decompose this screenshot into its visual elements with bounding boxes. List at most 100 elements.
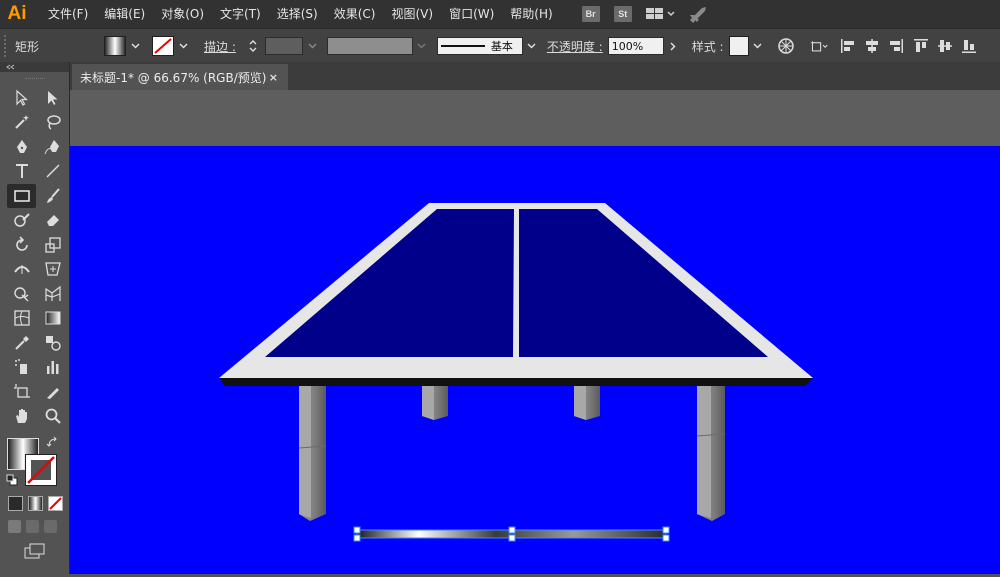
menu-effect[interactable]: 效果(C) xyxy=(326,0,384,28)
gradient-mode-button[interactable] xyxy=(28,496,43,511)
menu-edit[interactable]: 编辑(E) xyxy=(96,0,153,28)
type-tool[interactable] xyxy=(7,160,36,184)
menu-select[interactable]: 选择(S) xyxy=(269,0,326,28)
transform-icon[interactable] xyxy=(810,37,828,55)
selection-handle[interactable] xyxy=(353,526,361,534)
fill-dropdown-chevron-icon[interactable] xyxy=(130,41,140,51)
align-right-icon[interactable] xyxy=(887,37,905,55)
perspective-grid-icon xyxy=(44,285,61,301)
swap-fill-stroke-icon[interactable] xyxy=(46,436,60,450)
style-chevron-icon[interactable] xyxy=(753,41,763,51)
brush-definition-field[interactable]: 基本 xyxy=(436,37,523,55)
align-left-icon[interactable] xyxy=(839,37,857,55)
brush-label: 基本 xyxy=(490,40,513,53)
menu-help[interactable]: 帮助(H) xyxy=(502,0,560,28)
shaper-tool[interactable] xyxy=(7,209,36,233)
selection-handle[interactable] xyxy=(353,534,361,542)
slice-tool[interactable] xyxy=(38,380,67,404)
none-mode-button[interactable] xyxy=(48,496,63,511)
hand-tool[interactable] xyxy=(7,405,36,429)
align-bottom-icon[interactable] xyxy=(960,37,978,55)
stroke-weight-field[interactable] xyxy=(264,37,303,55)
document-tab[interactable]: 未标题-1* @ 66.67% (RGB/预览) × xyxy=(72,64,288,90)
pen-tool[interactable] xyxy=(7,135,36,159)
selected-gradient-rectangle[interactable] xyxy=(353,526,670,542)
artboard-tool[interactable] xyxy=(7,380,36,404)
opacity-field[interactable]: 100% xyxy=(607,37,664,55)
bridge-button[interactable]: Br xyxy=(581,6,600,22)
shape-builder-tool[interactable] xyxy=(7,282,36,306)
graphic-style-swatch[interactable] xyxy=(728,36,749,56)
draw-behind-button[interactable] xyxy=(26,520,39,533)
lasso-tool[interactable] xyxy=(38,111,67,135)
stroke-swatch[interactable] xyxy=(152,36,174,56)
tools-panel-collapse[interactable] xyxy=(0,62,69,72)
selection-handle[interactable] xyxy=(662,534,670,542)
rectangle-tool[interactable] xyxy=(7,184,36,208)
selection-handle[interactable] xyxy=(662,526,670,534)
lasso-icon xyxy=(46,115,61,130)
fill-swatch[interactable] xyxy=(104,36,126,56)
column-graph-tool[interactable] xyxy=(38,356,67,380)
menu-file[interactable]: 文件(F) xyxy=(40,0,96,28)
opacity-chevron-icon[interactable] xyxy=(668,41,678,51)
gpu-performance-button[interactable] xyxy=(687,5,709,23)
scale-tool[interactable] xyxy=(38,233,67,257)
stroke-weight-chevron-icon[interactable] xyxy=(306,37,320,55)
menu-window[interactable]: 窗口(W) xyxy=(441,0,502,28)
align-top-icon[interactable] xyxy=(912,37,930,55)
zoom-tool[interactable] xyxy=(38,405,67,429)
control-bar-grip[interactable] xyxy=(4,35,10,57)
direct-selection-tool[interactable] xyxy=(38,86,67,110)
selection-tool[interactable] xyxy=(7,86,36,110)
eyedropper-tool[interactable] xyxy=(7,331,36,355)
brush-chevron-icon[interactable] xyxy=(527,41,537,51)
default-fill-stroke-icon[interactable] xyxy=(6,474,18,486)
screen-mode-icon xyxy=(24,543,45,559)
eraser-tool[interactable] xyxy=(38,209,67,233)
magic-wand-tool[interactable] xyxy=(7,111,36,135)
align-horizontal-center-icon[interactable] xyxy=(863,37,881,55)
stock-button[interactable]: St xyxy=(613,6,632,22)
table-leg-front-right[interactable] xyxy=(696,386,726,521)
opacity-label[interactable]: 不透明度 : xyxy=(547,38,603,55)
table-leg-back-right[interactable] xyxy=(574,386,600,420)
selection-handle[interactable] xyxy=(508,534,516,542)
draw-inside-button[interactable] xyxy=(44,520,57,533)
variable-width-profile-field[interactable] xyxy=(326,37,413,55)
screen-mode-button[interactable] xyxy=(0,543,69,562)
recolor-artwork-icon[interactable] xyxy=(777,37,795,55)
paintbrush-tool[interactable] xyxy=(38,184,67,208)
width-tool[interactable] xyxy=(7,258,36,282)
menu-object[interactable]: 对象(O) xyxy=(153,0,212,28)
table-leg-front-left[interactable] xyxy=(298,386,327,521)
table-leg-back-left[interactable] xyxy=(422,386,448,420)
close-tab-button[interactable]: × xyxy=(269,71,278,84)
align-vertical-center-icon[interactable] xyxy=(936,37,954,55)
arrange-documents-button[interactable] xyxy=(645,7,675,21)
stroke-weight-stepper-icon[interactable] xyxy=(244,37,262,55)
line-segment-tool[interactable] xyxy=(38,160,67,184)
free-transform-tool[interactable] xyxy=(38,258,67,282)
blend-tool[interactable] xyxy=(38,331,67,355)
draw-normal-button[interactable] xyxy=(8,520,21,533)
menu-view[interactable]: 视图(V) xyxy=(383,0,441,28)
color-mode-button[interactable] xyxy=(8,496,23,511)
perspective-grid-tool[interactable] xyxy=(38,282,67,306)
stroke-label[interactable]: 描边 : xyxy=(204,38,236,55)
eraser-icon xyxy=(46,215,59,227)
menu-type[interactable]: 文字(T) xyxy=(212,0,269,28)
stroke-dropdown-chevron-icon[interactable] xyxy=(178,41,188,51)
rotate-tool[interactable] xyxy=(7,233,36,257)
artboard[interactable] xyxy=(70,146,1000,574)
symbol-sprayer-tool[interactable] xyxy=(7,356,36,380)
pasteboard[interactable] xyxy=(70,90,1000,146)
gradient-tool[interactable] xyxy=(38,307,67,331)
mesh-tool[interactable] xyxy=(7,307,36,331)
curvature-tool[interactable] xyxy=(38,135,67,159)
selection-handle[interactable] xyxy=(508,526,516,534)
tools-panel-grip[interactable] xyxy=(24,78,45,82)
profile-chevron-icon[interactable] xyxy=(417,41,427,51)
stroke-color-swatch[interactable] xyxy=(25,454,57,486)
eyedropper-icon xyxy=(14,335,29,350)
